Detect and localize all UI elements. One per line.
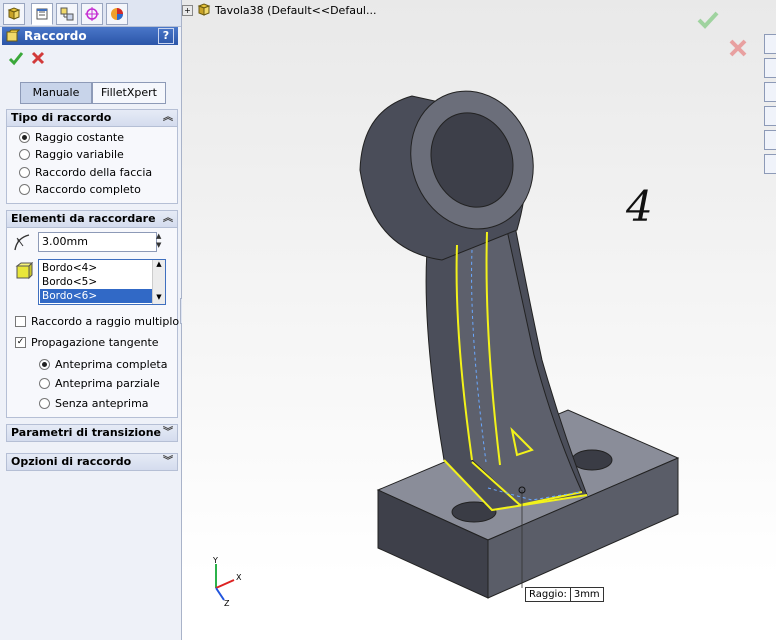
radius-spinner[interactable]: ▲ ▼ bbox=[156, 232, 166, 252]
radio-label: Raccordo completo bbox=[35, 182, 141, 196]
items-to-fillet-header[interactable]: Elementi da raccordare ︽ bbox=[7, 211, 177, 228]
transition-params-header[interactable]: Parametri di transizione ︾ bbox=[7, 425, 177, 441]
radio-raccordo-completo[interactable]: Raccordo completo bbox=[19, 182, 141, 196]
property-manager-title: Raccordo bbox=[24, 29, 87, 43]
configuration-manager-icon bbox=[60, 7, 74, 21]
help-button[interactable]: ? bbox=[158, 28, 174, 44]
radio-label: Anteprima completa bbox=[55, 357, 168, 371]
task-pane-appearance-tab[interactable] bbox=[764, 130, 776, 150]
cancel-x-icon[interactable] bbox=[30, 50, 46, 66]
tab-filletxpert[interactable]: FilletXpert bbox=[92, 82, 166, 104]
graphics-viewport[interactable]: + Tavola38 (Default<<Defaul... 4 Raggio:… bbox=[182, 0, 776, 640]
dimxpert-tab[interactable] bbox=[81, 3, 103, 25]
display-manager-icon bbox=[111, 8, 123, 20]
multi-radius-checkbox[interactable] bbox=[15, 315, 26, 327]
list-item[interactable]: Bordo<4> bbox=[40, 261, 153, 275]
list-item[interactable]: Bordo<5> bbox=[40, 275, 153, 289]
tangent-propagation-checkbox[interactable]: ✓ bbox=[15, 336, 26, 348]
property-manager-icon bbox=[36, 8, 48, 20]
checkbox-label: Raccordo a raggio multiplo bbox=[31, 314, 180, 328]
radio-anteprima-parziale[interactable]: Anteprima parziale bbox=[39, 376, 160, 390]
transition-params-group: Parametri di transizione ︾ bbox=[6, 424, 178, 442]
task-pane-home-tab[interactable] bbox=[764, 34, 776, 54]
expand-icon[interactable]: + bbox=[182, 4, 193, 16]
multi-radius-checkbox-row[interactable]: Raccordo a raggio multiplo bbox=[15, 314, 179, 328]
edge-selection-icon bbox=[15, 262, 33, 280]
task-pane-explorer-tab[interactable] bbox=[764, 82, 776, 102]
feature-manager-icon bbox=[7, 7, 21, 20]
radio-senza-anteprima[interactable]: Senza anteprima bbox=[39, 396, 149, 410]
radius-icon bbox=[14, 234, 30, 251]
step-number-annotation: 4 bbox=[626, 182, 653, 231]
radio-label: Senza anteprima bbox=[55, 396, 149, 410]
radio-button[interactable] bbox=[19, 131, 30, 143]
triad-x-label: X bbox=[236, 573, 242, 582]
dimxpert-icon bbox=[85, 7, 99, 21]
feature-tree-root[interactable]: + Tavola38 (Default<<Defaul... bbox=[182, 2, 376, 18]
fillet-feature-icon bbox=[6, 29, 20, 42]
ok-check-icon[interactable] bbox=[8, 50, 24, 66]
radio-raggio-costante[interactable]: Raggio costante bbox=[19, 130, 124, 144]
property-manager-tab[interactable] bbox=[31, 3, 53, 25]
radio-label: Raggio variabile bbox=[35, 147, 124, 161]
radio-raccordo-faccia[interactable]: Raccordo della faccia bbox=[19, 165, 152, 179]
edges-list[interactable]: Bordo<4> Bordo<5> Bordo<6> ▲ ▼ bbox=[38, 259, 166, 305]
fillet-type-title: Tipo di raccordo bbox=[11, 111, 112, 124]
confirm-corner-cancel-icon[interactable] bbox=[728, 38, 748, 58]
list-item-selected[interactable]: Bordo<6> bbox=[40, 289, 153, 303]
radius-input[interactable]: 3.00mm bbox=[38, 232, 157, 252]
reference-triad: Y X Z bbox=[212, 556, 242, 606]
radius-callout[interactable]: Raggio: 3mm bbox=[525, 587, 604, 602]
radio-button[interactable] bbox=[39, 397, 50, 409]
display-manager-tab[interactable] bbox=[106, 3, 128, 25]
list-scrollbar[interactable]: ▲ ▼ bbox=[152, 260, 165, 304]
fillet-options-title: Opzioni di raccordo bbox=[11, 455, 132, 468]
task-pane-library-tab[interactable] bbox=[764, 58, 776, 78]
configuration-manager-tab[interactable] bbox=[56, 3, 78, 25]
fillet-options-group: Opzioni di raccordo ︾ bbox=[6, 453, 178, 471]
radio-button[interactable] bbox=[19, 148, 30, 160]
collapse-chevron-icon: ︽ bbox=[163, 213, 173, 224]
triad-y-label: Y bbox=[212, 556, 218, 565]
expand-chevron-icon: ︾ bbox=[163, 456, 173, 467]
tab-manuale[interactable]: Manuale bbox=[20, 82, 92, 104]
callout-value[interactable]: 3mm bbox=[569, 588, 603, 601]
part-icon bbox=[197, 3, 211, 16]
expand-chevron-icon: ︾ bbox=[163, 427, 173, 438]
task-pane-palette-tab[interactable] bbox=[764, 106, 776, 126]
radio-label: Raggio costante bbox=[35, 130, 125, 144]
callout-label: Raggio: bbox=[529, 589, 567, 600]
feature-manager-tab[interactable] bbox=[3, 3, 25, 25]
items-to-fillet-title: Elementi da raccordare bbox=[11, 212, 156, 225]
property-manager-panel: Raccordo ? Manuale FilletXpert Tipo di r… bbox=[0, 0, 182, 640]
manager-tabs bbox=[0, 0, 181, 27]
radio-anteprima-completa[interactable]: Anteprima completa bbox=[39, 357, 167, 371]
fillet-type-header[interactable]: Tipo di raccordo ︽ bbox=[7, 110, 177, 127]
radio-button[interactable] bbox=[19, 166, 30, 178]
radio-button[interactable] bbox=[39, 377, 50, 389]
radio-button[interactable] bbox=[19, 183, 30, 195]
task-pane-custom-tab[interactable] bbox=[764, 154, 776, 174]
radio-label: Raccordo della faccia bbox=[35, 165, 153, 179]
radio-button[interactable] bbox=[39, 358, 50, 370]
checkbox-label: Propagazione tangente bbox=[31, 335, 159, 349]
mode-selector: Manuale FilletXpert bbox=[8, 74, 178, 104]
part-name: Tavola38 (Default<<Defaul... bbox=[215, 3, 377, 17]
fillet-options-header[interactable]: Opzioni di raccordo ︾ bbox=[7, 454, 177, 470]
tangent-propagation-row[interactable]: ✓ Propagazione tangente bbox=[15, 335, 159, 349]
property-manager-header: Raccordo ? bbox=[2, 27, 178, 45]
radio-raggio-variabile[interactable]: Raggio variabile bbox=[19, 147, 124, 161]
task-pane-tabs bbox=[764, 34, 776, 174]
radio-label: Anteprima parziale bbox=[55, 376, 160, 390]
triad-z-label: Z bbox=[224, 599, 230, 606]
3d-model-render bbox=[359, 90, 680, 599]
collapse-chevron-icon: ︽ bbox=[163, 112, 173, 123]
transition-params-title: Parametri di transizione bbox=[11, 426, 161, 439]
confirm-corner-ok-icon[interactable] bbox=[696, 10, 720, 30]
